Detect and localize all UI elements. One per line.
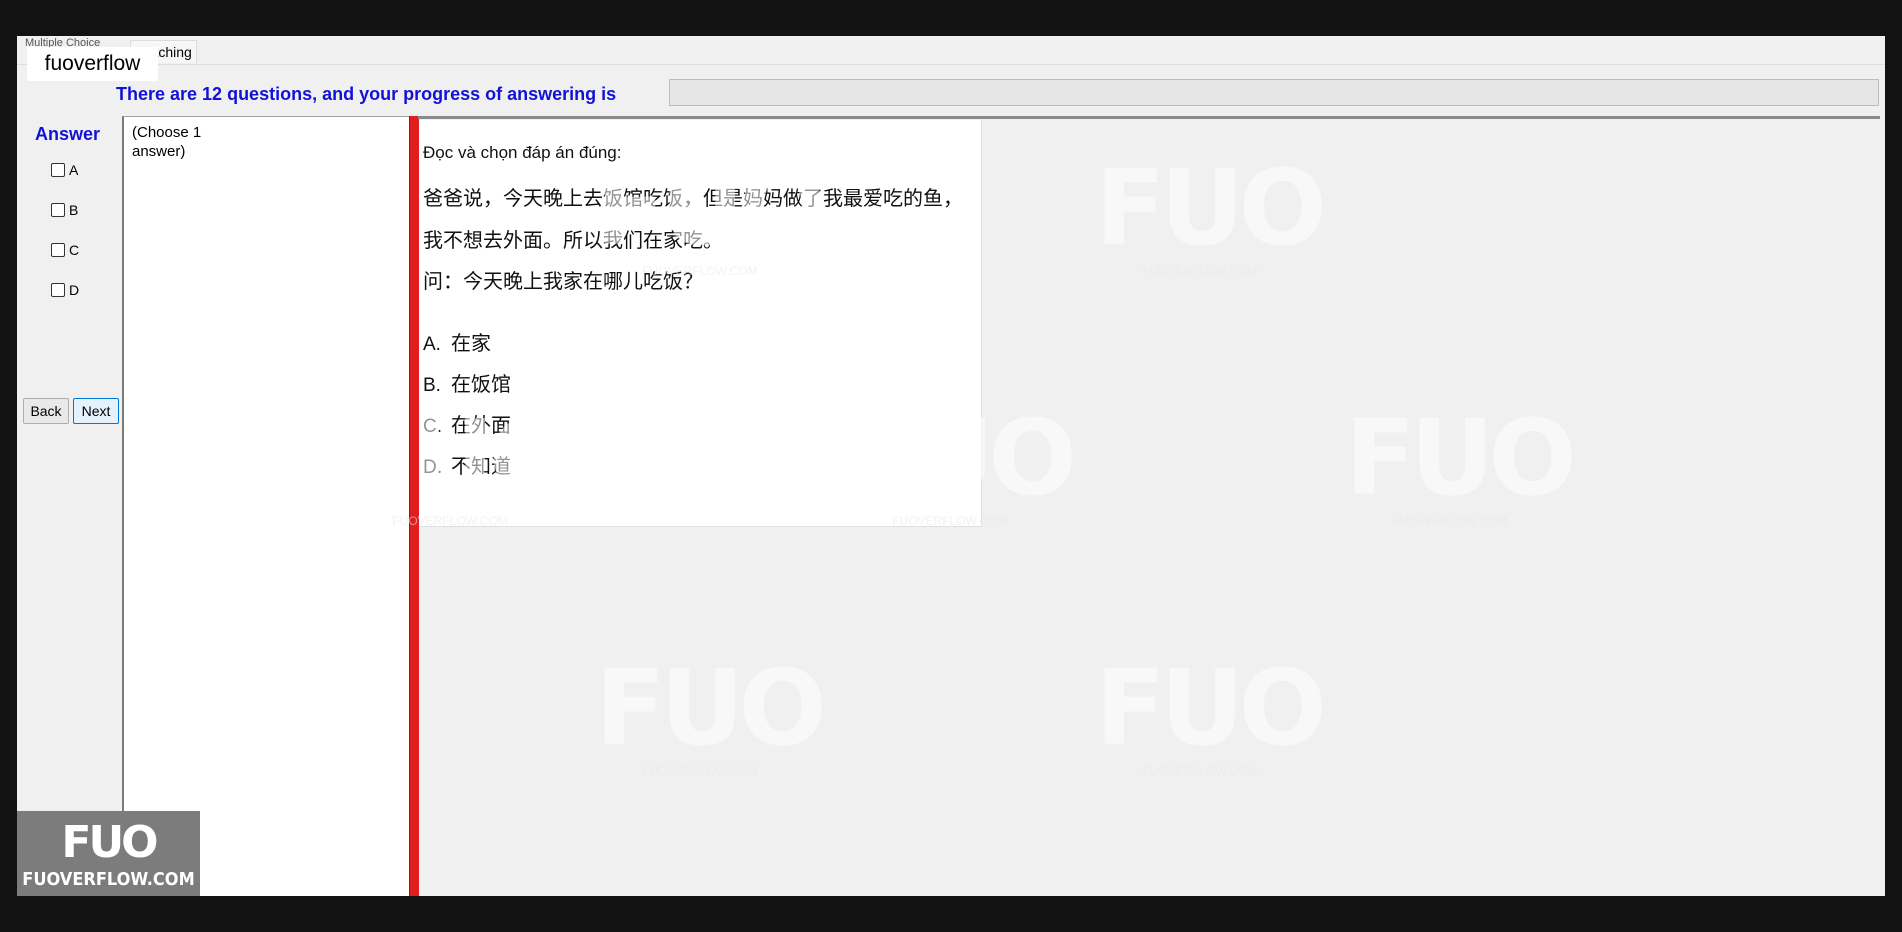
watermark-logo: FUO FUOVERFLOW.COM	[1095, 147, 1327, 286]
answer-title: Answer	[35, 124, 101, 144]
fuo-logo-text: FUOVERFLOW.COM	[22, 869, 195, 890]
choose-hint-panel: (Choose 1 answer)	[122, 116, 414, 896]
back-button[interactable]: Back	[23, 398, 69, 424]
watermark-mark: FUO	[1095, 147, 1327, 269]
watermark-logo: FUO FUOVERFLOW.COM	[595, 647, 827, 786]
option-text: 在家	[451, 333, 491, 355]
answer-option-d[interactable]: D	[51, 280, 79, 300]
question-text-line-1: 爸爸说，今天晚上去饭馆吃饭，但是妈妈做了我最爱吃的鱼，	[423, 188, 963, 210]
fuoverflow-logo: FUO FUOVERFLOW.COM	[17, 811, 200, 896]
answer-option-d-label: D	[69, 282, 80, 298]
checkbox-d[interactable]	[51, 283, 65, 297]
fuo-logo-icon: FUO	[61, 817, 158, 868]
next-button[interactable]: Next	[73, 398, 119, 424]
exam-window: Multiple Choice Matching fuoverflow Ther…	[17, 36, 1885, 896]
question-option-c: C. 在外面	[423, 409, 511, 438]
option-key: B.	[423, 375, 441, 396]
watermark-logo: FUO FUOVERFLOW.COM	[1095, 647, 1327, 786]
answer-option-a-label: A	[69, 162, 79, 178]
progress-bar	[669, 79, 1879, 106]
watermark-text: FUOVERFLOW.COM	[1142, 264, 1258, 278]
site-label: fuoverflow	[27, 47, 158, 81]
choose-hint: (Choose 1 answer)	[132, 124, 202, 160]
progress-label: There are 12 questions, and your progres…	[116, 84, 617, 104]
watermark-mark: FUO	[595, 647, 827, 769]
watermark-text: FUOVERFLOW.COM	[1392, 514, 1508, 528]
answer-option-c[interactable]: C	[51, 240, 79, 260]
watermark-logo: FUO FUOVERFLOW.COM	[1345, 397, 1577, 536]
question-option-d: D. 不知道	[423, 450, 511, 479]
question-instruction: Đọc và chọn đáp án đúng:	[423, 143, 622, 162]
checkbox-b[interactable]	[51, 203, 65, 217]
watermark-text: FUOVERFLOW.COM	[642, 764, 758, 778]
question-option-a: A. 在家	[423, 327, 491, 356]
question-panel-border	[418, 116, 1880, 119]
screen: Multiple Choice Matching fuoverflow Ther…	[0, 0, 1902, 932]
checkbox-c[interactable]	[51, 243, 65, 257]
option-key: C.	[423, 416, 442, 437]
option-text: 不知道	[451, 456, 511, 478]
question-text-line-2: 我不想去外面。所以我们在家吃。	[423, 230, 723, 252]
panel-divider[interactable]	[409, 116, 419, 896]
answer-option-b-label: B	[69, 202, 79, 218]
tab-strip: Multiple Choice Matching	[17, 36, 1885, 65]
question-card: Đọc và chọn đáp án đúng: 爸爸说，今天晚上去饭馆吃饭，但…	[419, 120, 982, 527]
option-key: A.	[423, 334, 441, 355]
watermark-text: FUOVERFLOW.COM	[1142, 764, 1258, 778]
watermark-mark: FUO	[1095, 647, 1327, 769]
checkbox-a[interactable]	[51, 163, 65, 177]
question-option-b: B. 在饭馆	[423, 368, 511, 397]
answer-option-c-label: C	[69, 242, 80, 258]
option-key: D.	[423, 457, 442, 478]
answer-option-b[interactable]: B	[51, 200, 78, 220]
option-text: 在饭馆	[451, 374, 511, 396]
answer-option-a[interactable]: A	[51, 160, 78, 180]
question-prompt: 问：今天晚上我家在哪儿吃饭？	[423, 271, 703, 293]
watermark-mark: FUO	[1345, 397, 1577, 519]
option-text: 在外面	[451, 415, 511, 437]
